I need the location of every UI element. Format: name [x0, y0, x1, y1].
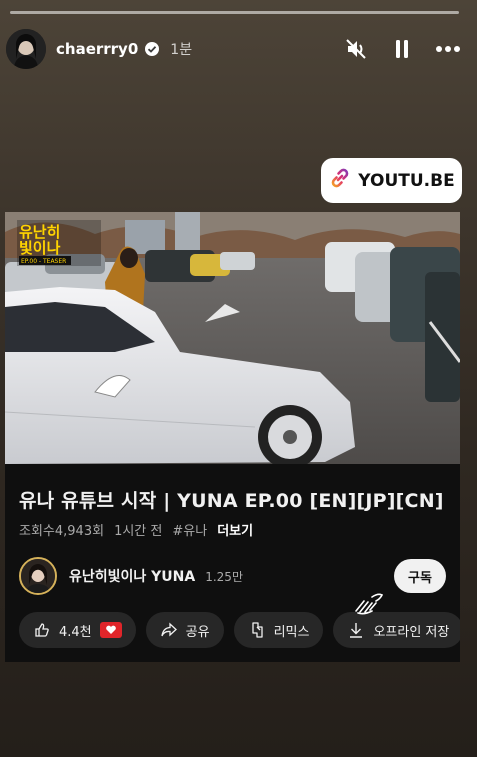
download-button[interactable]: 오프라인 저장 — [333, 612, 460, 648]
upload-time: 1시간 전 — [114, 524, 163, 539]
download-label: 오프라인 저장 — [373, 624, 450, 640]
subscribe-button[interactable]: 구독 — [394, 559, 446, 593]
channel-name[interactable]: 유난히빛이나 YUNA — [69, 566, 195, 586]
more-link[interactable]: 더보기 — [217, 520, 253, 539]
remix-label: 리믹스 — [273, 624, 310, 640]
post-time: 1분 — [170, 42, 193, 58]
like-button[interactable]: 4.4천 — [19, 612, 136, 648]
view-count: 조회수4,943회 — [19, 524, 105, 539]
download-icon — [347, 621, 365, 639]
share-icon — [160, 621, 178, 639]
more-icon[interactable] — [435, 36, 461, 62]
video-title[interactable]: 유나 유튜브 시작 | YUNA EP.00 [EN][JP][CN] — [19, 486, 444, 513]
channel-avatar[interactable] — [19, 557, 57, 595]
link-sticker-text: YOUTU.BE — [358, 170, 455, 191]
subscriber-count: 1.25만 — [205, 569, 243, 584]
like-count: 4.4천 — [59, 624, 92, 640]
link-icon — [328, 166, 352, 195]
remix-icon — [248, 621, 266, 639]
share-label: 공유 — [185, 624, 210, 640]
youtube-card[interactable]: 유난히 빛이나 EP.00 - TEASER 유나 유튜브 시작 | YUNA … — [5, 212, 460, 662]
username[interactable]: chaerrry0 — [56, 40, 138, 58]
thumbnail-tag: EP.00 - TEASER — [21, 258, 66, 265]
thumbnail-logo-line2: 빛이나 — [19, 239, 61, 257]
avatar[interactable] — [6, 29, 46, 69]
hashtag-link[interactable]: #유나 — [172, 520, 207, 539]
remix-button[interactable]: 리믹스 — [233, 612, 324, 648]
link-sticker[interactable]: YOUTU.BE — [321, 158, 462, 203]
story-progress-bar — [10, 11, 459, 14]
pointing-hand-icon — [352, 589, 386, 615]
mute-icon[interactable] — [343, 36, 369, 62]
verified-icon — [144, 41, 160, 57]
heart-badge-icon — [99, 622, 122, 638]
pause-icon[interactable] — [389, 36, 415, 62]
story-header: chaerrry0 1분 — [6, 28, 461, 70]
action-bar: 4.4천 공유 리믹스 오프라인 저장 — [19, 612, 460, 648]
share-button[interactable]: 공유 — [145, 612, 224, 648]
video-thumbnail[interactable]: 유난히 빛이나 EP.00 - TEASER — [5, 212, 460, 464]
video-meta: 조회수4,943회 1시간 전 #유나 더보기 — [19, 520, 253, 539]
thumbs-up-icon — [33, 621, 51, 639]
